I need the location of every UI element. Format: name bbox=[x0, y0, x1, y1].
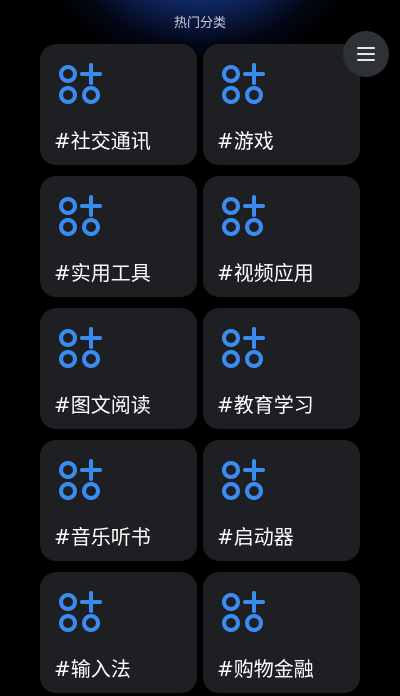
apps-plus-icon bbox=[222, 591, 265, 632]
category-label: #视频应用 bbox=[217, 261, 314, 285]
category-card-music[interactable]: #音乐听书 bbox=[40, 440, 197, 561]
category-grid: #社交通讯 #游戏 #实用工具 #视频应用 #图文阅读 #教育学习 #音乐听书 … bbox=[40, 44, 360, 693]
category-label: #游戏 bbox=[217, 129, 274, 153]
category-label: #音乐听书 bbox=[54, 525, 151, 549]
apps-plus-icon bbox=[59, 459, 102, 500]
category-label: #社交通讯 bbox=[54, 129, 151, 153]
apps-plus-icon bbox=[222, 63, 265, 104]
category-label: #输入法 bbox=[54, 657, 131, 681]
category-card-games[interactable]: #游戏 bbox=[203, 44, 360, 165]
page-title: 热门分类 bbox=[173, 16, 226, 31]
category-card-reading[interactable]: #图文阅读 bbox=[40, 308, 197, 429]
category-card-tools[interactable]: #实用工具 bbox=[40, 176, 197, 297]
category-label: #购物金融 bbox=[217, 657, 314, 681]
apps-plus-icon bbox=[222, 327, 265, 368]
category-card-shopping[interactable]: #购物金融 bbox=[203, 572, 360, 693]
hamburger-menu-icon bbox=[357, 47, 375, 61]
category-label: #图文阅读 bbox=[54, 393, 151, 417]
category-card-video[interactable]: #视频应用 bbox=[203, 176, 360, 297]
apps-plus-icon bbox=[222, 459, 265, 500]
apps-plus-icon bbox=[59, 195, 102, 236]
apps-plus-icon bbox=[59, 327, 102, 368]
apps-plus-icon bbox=[59, 591, 102, 632]
menu-button[interactable] bbox=[343, 31, 389, 77]
category-label: #实用工具 bbox=[54, 261, 151, 285]
category-page: 热门分类 #社交通讯 #游戏 #实用工具 #视频应用 #图文阅读 #教育学习 #… bbox=[0, 0, 400, 696]
category-label: #启动器 bbox=[217, 525, 294, 549]
category-card-launcher[interactable]: #启动器 bbox=[203, 440, 360, 561]
category-card-education[interactable]: #教育学习 bbox=[203, 308, 360, 429]
apps-plus-icon bbox=[59, 63, 102, 104]
category-card-input-method[interactable]: #输入法 bbox=[40, 572, 197, 693]
apps-plus-icon bbox=[222, 195, 265, 236]
category-card-social[interactable]: #社交通讯 bbox=[40, 44, 197, 165]
category-label: #教育学习 bbox=[217, 393, 314, 417]
